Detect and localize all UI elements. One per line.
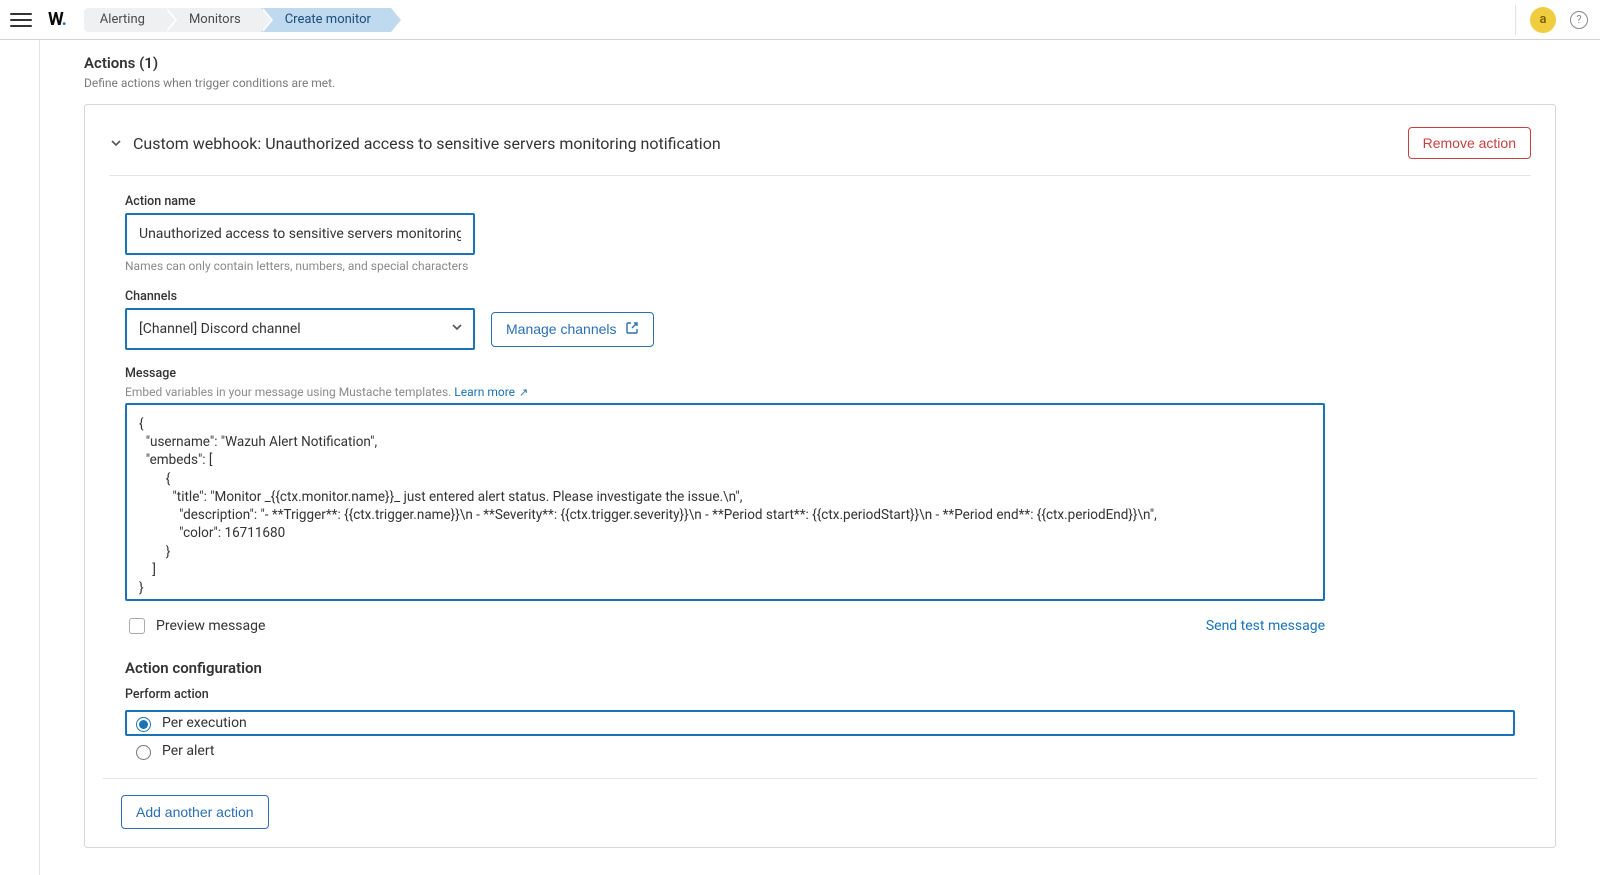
section-subtitle: Define actions when trigger conditions a…: [84, 76, 1556, 90]
app-logo[interactable]: W.: [48, 9, 66, 30]
user-avatar[interactable]: a: [1530, 7, 1556, 33]
external-link-icon: [625, 321, 639, 338]
add-another-action-button[interactable]: Add another action: [121, 795, 269, 829]
preview-message-checkbox-row[interactable]: Preview message: [125, 615, 265, 637]
radio-per-execution[interactable]: Per execution: [131, 714, 247, 732]
perform-action-radio-group: Per execution Per alert: [125, 710, 1515, 760]
send-test-message-link[interactable]: Send test message: [1206, 618, 1325, 634]
preview-message-checkbox[interactable]: [129, 618, 145, 634]
radio-per-execution-input[interactable]: [136, 717, 151, 732]
remove-action-button[interactable]: Remove action: [1408, 127, 1531, 159]
radio-per-execution-label: Per execution: [162, 715, 247, 731]
left-rail: [0, 40, 40, 875]
breadcrumb-alerting[interactable]: Alerting: [84, 8, 165, 32]
manage-channels-label: Manage channels: [506, 321, 617, 337]
radio-per-alert-label: Per alert: [162, 743, 215, 759]
action-name-label: Action name: [125, 194, 1515, 209]
section-title: Actions (1): [84, 54, 1556, 72]
divider: [109, 175, 1531, 176]
main-content: Actions (1) Define actions when trigger …: [40, 40, 1600, 875]
breadcrumb-create-monitor[interactable]: Create monitor: [261, 8, 391, 32]
radio-per-alert[interactable]: Per alert: [125, 742, 1515, 760]
chevron-down-icon[interactable]: [109, 136, 123, 150]
message-textarea[interactable]: [125, 403, 1325, 601]
channels-label: Channels: [125, 289, 1515, 304]
action-header: Custom webhook: Unauthorized access to s…: [103, 123, 1537, 175]
radio-per-alert-input[interactable]: [136, 745, 151, 760]
message-label: Message: [125, 366, 1515, 381]
action-title: Custom webhook: Unauthorized access to s…: [133, 134, 721, 153]
message-help: Embed variables in your message using Mu…: [125, 385, 1515, 399]
breadcrumb-monitors[interactable]: Monitors: [165, 8, 261, 32]
action-config-heading: Action configuration: [125, 659, 1515, 677]
top-bar: W. Alerting Monitors Create monitor a ?: [0, 0, 1600, 40]
breadcrumb: Alerting Monitors Create monitor: [84, 8, 391, 32]
external-link-icon: ↗: [519, 386, 528, 399]
help-icon[interactable]: ?: [1570, 11, 1588, 29]
action-name-help: Names can only contain letters, numbers,…: [125, 259, 1515, 273]
preview-message-label: Preview message: [156, 618, 265, 634]
actions-panel: Custom webhook: Unauthorized access to s…: [84, 104, 1556, 848]
action-name-input[interactable]: [125, 213, 475, 255]
learn-more-link[interactable]: Learn more↗: [454, 385, 528, 399]
perform-action-label: Perform action: [125, 687, 1515, 702]
channels-select[interactable]: [Channel] Discord channel: [125, 308, 475, 350]
hamburger-menu-icon[interactable]: [10, 9, 32, 31]
divider: [103, 778, 1537, 779]
manage-channels-button[interactable]: Manage channels: [491, 312, 654, 347]
divider: [1515, 5, 1516, 35]
